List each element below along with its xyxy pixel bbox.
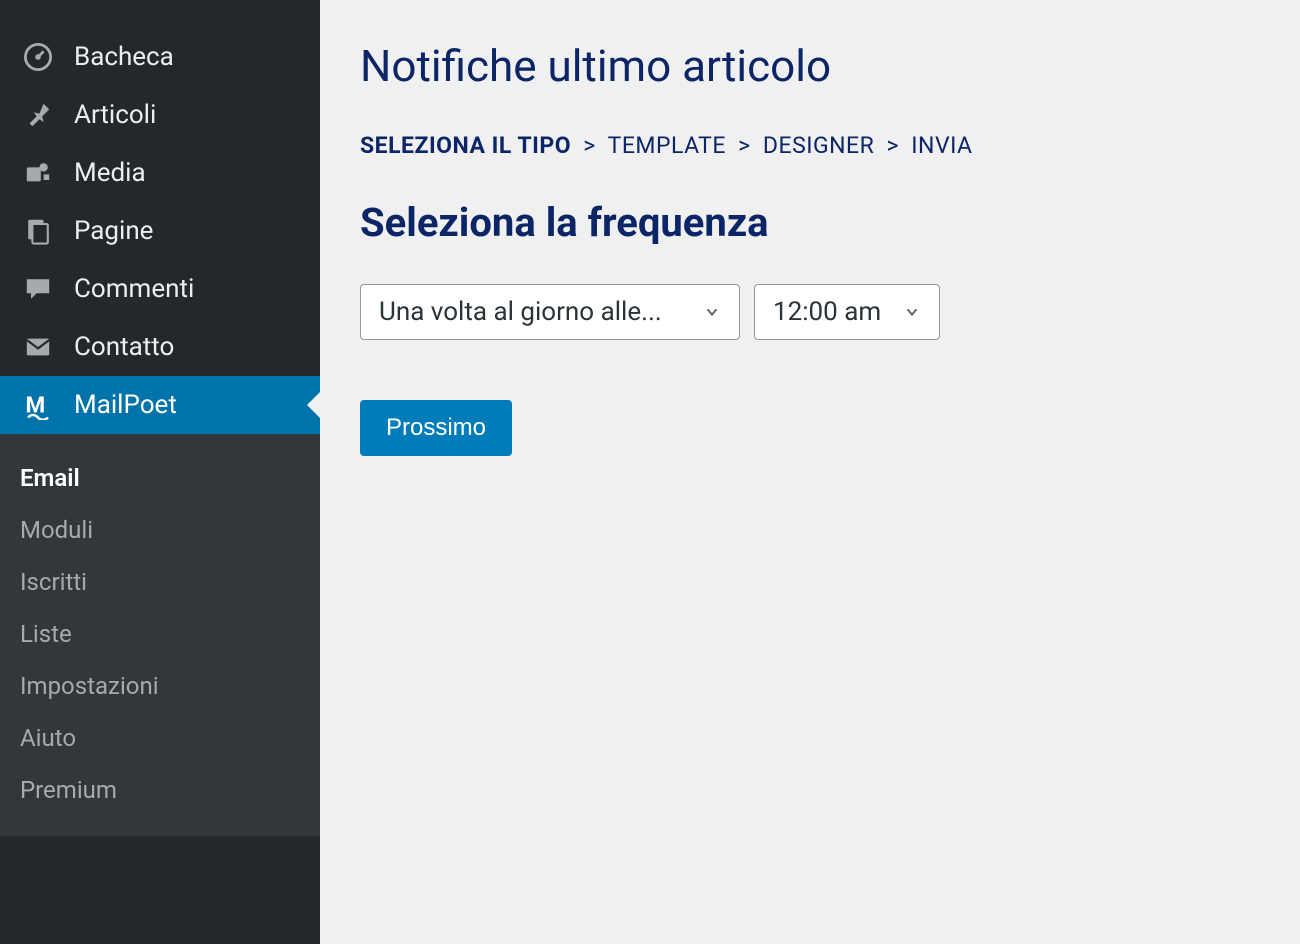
chevron-down-icon	[703, 303, 721, 321]
sidebar-item-pagine[interactable]: Pagine	[0, 202, 320, 260]
sidebar-item-commenti[interactable]: Commenti	[0, 260, 320, 318]
sidebar-item-label: MailPoet	[74, 390, 177, 420]
breadcrumb-step-seleziona-il-tipo[interactable]: SELEZIONA IL TIPO	[360, 132, 571, 159]
page-title: Notifiche ultimo articolo	[360, 40, 1260, 92]
breadcrumb-step-template[interactable]: TEMPLATE	[608, 132, 726, 159]
sidebar-item-label: Pagine	[74, 216, 153, 246]
admin-sidebar: Bacheca Articoli Media Pagine Commenti C…	[0, 0, 320, 944]
sidebar-item-label: Contatto	[74, 332, 174, 362]
mailpoet-submenu: Email Moduli Iscritti Liste Impostazioni…	[0, 434, 320, 836]
pin-icon	[20, 101, 56, 129]
breadcrumb-separator: >	[887, 132, 900, 159]
frequency-controls: Una volta al giorno alle... 12:00 am	[360, 284, 1260, 340]
pages-icon	[20, 217, 56, 245]
submenu-item-moduli[interactable]: Moduli	[0, 504, 320, 556]
main-content: Notifiche ultimo articolo SELEZIONA IL T…	[320, 0, 1300, 944]
sidebar-item-contatto[interactable]: Contatto	[0, 318, 320, 376]
subheading: Seleziona la frequenza	[360, 199, 1260, 246]
sidebar-item-bacheca[interactable]: Bacheca	[0, 28, 320, 86]
breadcrumb-step-invia[interactable]: INVIA	[911, 132, 972, 159]
submenu-item-liste[interactable]: Liste	[0, 608, 320, 660]
chevron-down-icon	[903, 303, 921, 321]
time-select-value: 12:00 am	[773, 297, 881, 327]
sidebar-item-label: Commenti	[74, 274, 194, 304]
sidebar-item-media[interactable]: Media	[0, 144, 320, 202]
next-button[interactable]: Prossimo	[360, 400, 512, 456]
submenu-item-impostazioni[interactable]: Impostazioni	[0, 660, 320, 712]
mailpoet-icon: M	[20, 390, 56, 420]
submenu-item-email[interactable]: Email	[0, 452, 320, 504]
sidebar-item-label: Media	[74, 158, 146, 188]
dashboard-icon	[20, 43, 56, 71]
frequency-select[interactable]: Una volta al giorno alle...	[360, 284, 740, 340]
comment-icon	[20, 275, 56, 303]
sidebar-item-label: Articoli	[74, 100, 156, 130]
breadcrumb-separator: >	[583, 132, 596, 159]
sidebar-item-label: Bacheca	[74, 42, 174, 72]
submenu-item-aiuto[interactable]: Aiuto	[0, 712, 320, 764]
breadcrumb-separator: >	[738, 132, 751, 159]
submenu-item-iscritti[interactable]: Iscritti	[0, 556, 320, 608]
breadcrumb: SELEZIONA IL TIPO > TEMPLATE > DESIGNER …	[360, 132, 1260, 159]
submenu-item-premium[interactable]: Premium	[0, 764, 320, 816]
breadcrumb-step-designer[interactable]: DESIGNER	[763, 132, 874, 159]
sidebar-item-articoli[interactable]: Articoli	[0, 86, 320, 144]
sidebar-item-mailpoet[interactable]: M MailPoet	[0, 376, 320, 434]
frequency-select-value: Una volta al giorno alle...	[379, 297, 662, 327]
media-icon	[20, 159, 56, 187]
time-select[interactable]: 12:00 am	[754, 284, 940, 340]
mail-icon	[20, 333, 56, 361]
